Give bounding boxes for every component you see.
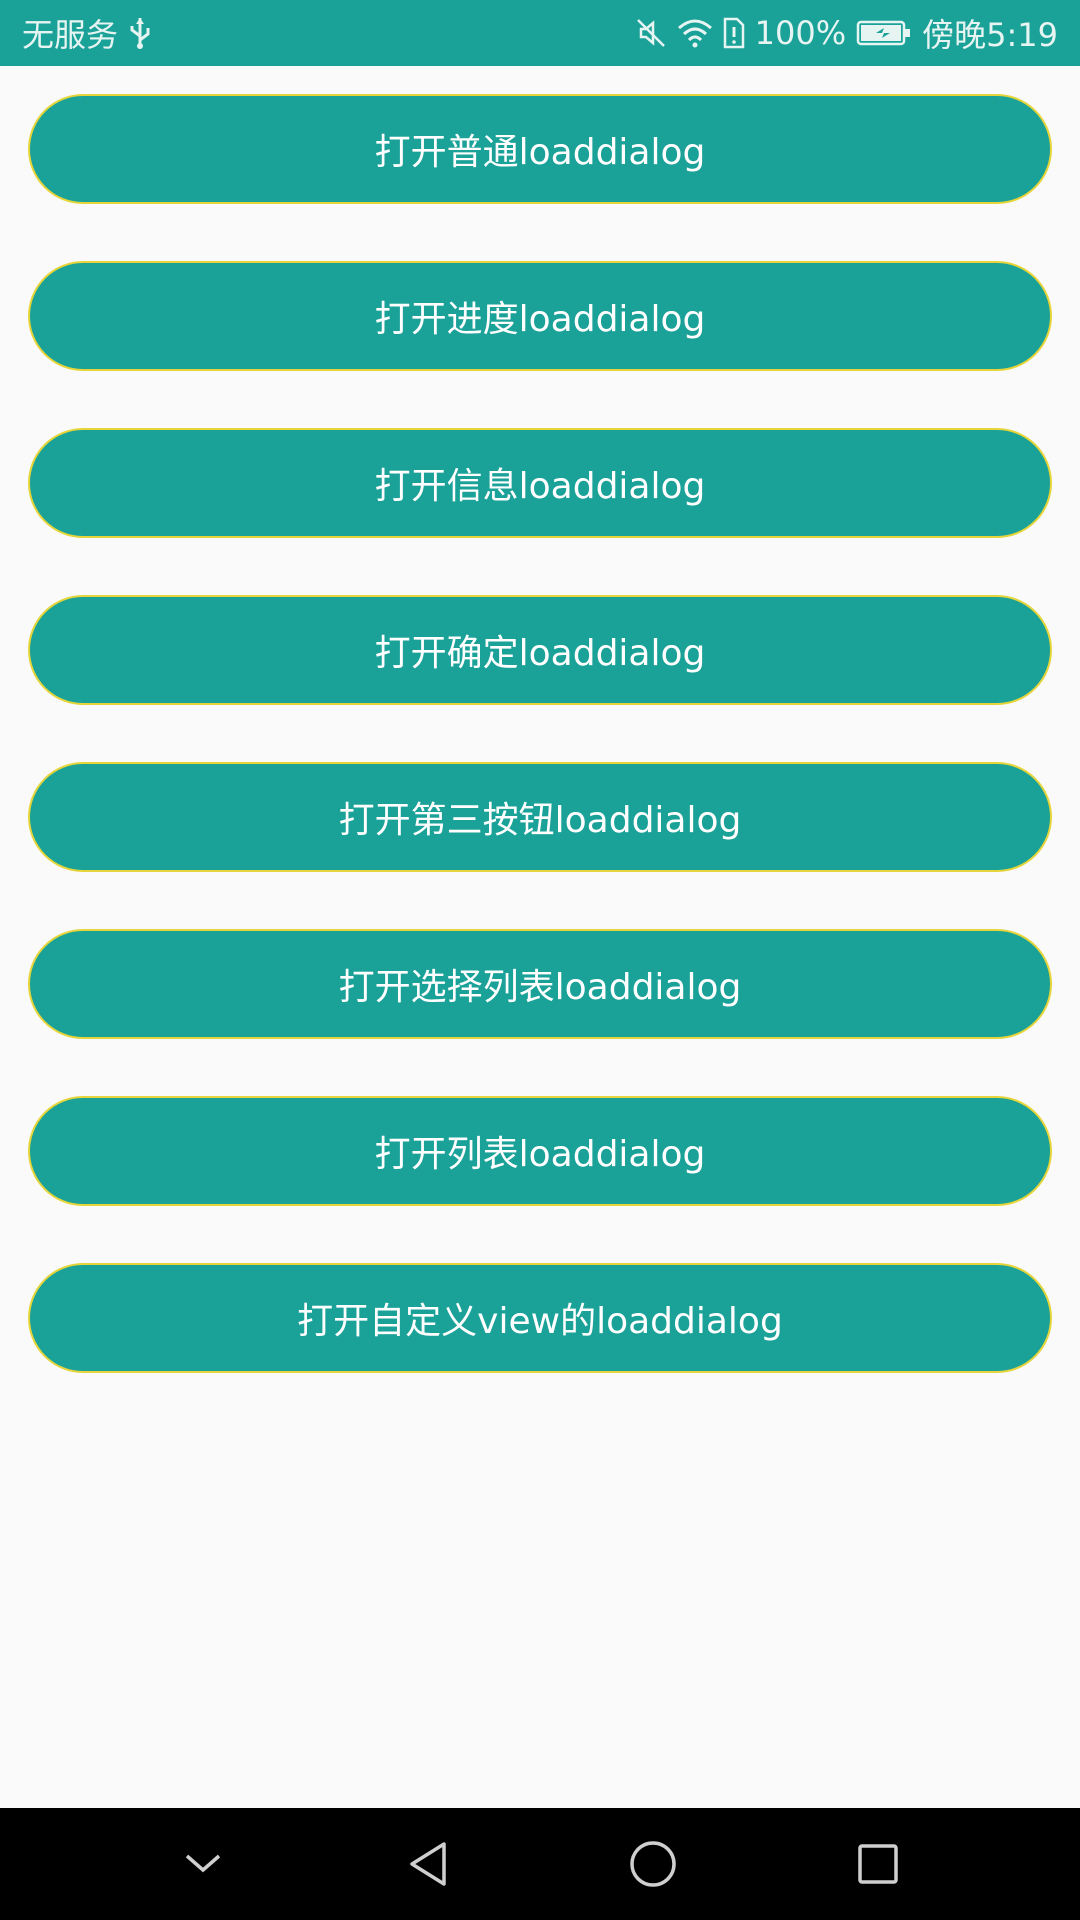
button-label: 打开普通loaddialog: [374, 132, 706, 173]
navigation-bar: [0, 1808, 1080, 1920]
usb-icon: [128, 16, 152, 50]
collapse-icon[interactable]: [158, 1819, 248, 1909]
back-icon[interactable]: [383, 1819, 473, 1909]
open-info-loaddialog-button[interactable]: 打开信息loaddialog: [28, 428, 1052, 538]
sim-icon: [723, 17, 745, 49]
button-label: 打开自定义view的loaddialog: [297, 1301, 783, 1342]
open-progress-loaddialog-button[interactable]: 打开进度loaddialog: [28, 261, 1052, 371]
status-left: 无服务: [22, 10, 152, 56]
button-label: 打开确定loaddialog: [374, 633, 706, 674]
open-list-loaddialog-button[interactable]: 打开列表loaddialog: [28, 1096, 1052, 1206]
status-bar: 无服务 100% 傍晚5:19: [0, 0, 1080, 66]
recents-icon[interactable]: [833, 1819, 923, 1909]
button-label: 打开选择列表loaddialog: [338, 967, 742, 1008]
button-label: 打开列表loaddialog: [374, 1134, 706, 1175]
wifi-icon: [677, 18, 713, 48]
status-right: 100% 傍晚5:19: [635, 10, 1058, 56]
clock: 傍晚5:19: [922, 16, 1058, 54]
open-third-button-loaddialog-button[interactable]: 打开第三按钮loaddialog: [28, 762, 1052, 872]
home-icon[interactable]: [608, 1819, 698, 1909]
screen: 无服务 100% 傍晚5:19 打开普通loaddialog 打开进度loadd…: [0, 0, 1080, 1920]
open-custom-view-loaddialog-button[interactable]: 打开自定义view的loaddialog: [28, 1263, 1052, 1373]
battery-icon: [856, 19, 912, 47]
button-label: 打开进度loaddialog: [374, 299, 706, 340]
open-normal-loaddialog-button[interactable]: 打开普通loaddialog: [28, 94, 1052, 204]
dialog-button-list: 打开普通loaddialog 打开进度loaddialog 打开信息loaddi…: [28, 94, 1052, 1430]
mute-icon: [635, 17, 667, 49]
carrier-text: 无服务: [22, 16, 119, 54]
button-label: 打开信息loaddialog: [374, 466, 706, 507]
open-confirm-loaddialog-button[interactable]: 打开确定loaddialog: [28, 595, 1052, 705]
button-label: 打开第三按钮loaddialog: [338, 800, 742, 841]
battery-percent: 100%: [754, 14, 847, 52]
open-select-list-loaddialog-button[interactable]: 打开选择列表loaddialog: [28, 929, 1052, 1039]
